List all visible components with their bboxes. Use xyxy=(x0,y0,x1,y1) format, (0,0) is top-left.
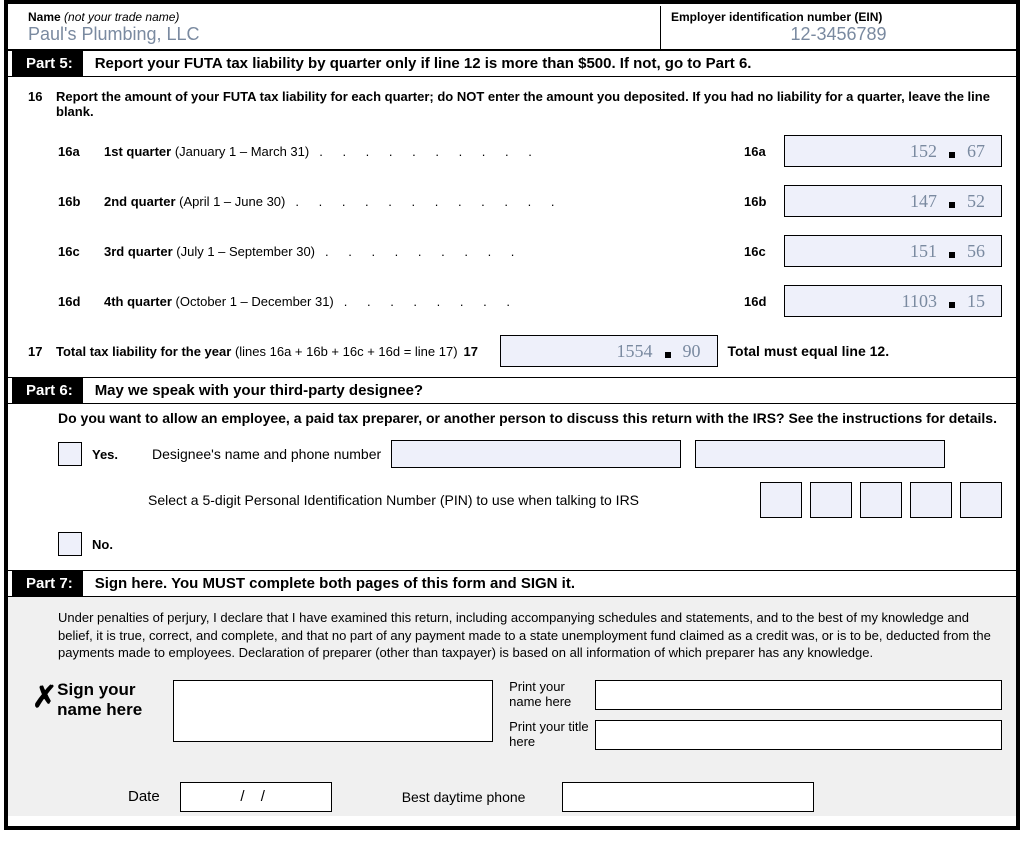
input-17[interactable]: 1554 90 xyxy=(500,335,718,367)
line16-text: Report the amount of your FUTA tax liabi… xyxy=(56,89,1002,119)
decimal-dot-icon xyxy=(949,302,955,308)
decimal-dot-icon xyxy=(949,252,955,258)
ein-label: Employer identification number (EIN) xyxy=(671,10,882,24)
pin-digit-3[interactable] xyxy=(860,482,902,518)
part6-title: May we speak with your third-party desig… xyxy=(83,378,423,403)
sign-here-label: Sign your name here xyxy=(57,680,157,721)
input-16c[interactable]: 151 56 xyxy=(784,235,1002,267)
name-label: Name xyxy=(28,10,61,24)
input-16a[interactable]: 152 67 xyxy=(784,135,1002,167)
part6-question: Do you want to allow an employee, a paid… xyxy=(58,410,1002,426)
date-label: Date xyxy=(128,788,180,805)
line17-note: Total must equal line 12. xyxy=(718,343,890,359)
row-16b: 16b 2nd quarter (April 1 – June 30) . . … xyxy=(58,185,1002,217)
designee-label: Designee's name and phone number xyxy=(152,446,391,462)
print-name-label: Print your name here xyxy=(509,680,595,710)
print-name-input[interactable] xyxy=(595,680,1002,710)
ein-value[interactable]: 12-3456789 xyxy=(671,24,1006,45)
decimal-dot-icon xyxy=(665,352,671,358)
decimal-dot-icon xyxy=(949,152,955,158)
line16-number: 16 xyxy=(28,89,56,119)
print-title-input[interactable] xyxy=(595,720,1002,750)
part7-tag: Part 7: xyxy=(12,571,83,596)
name-hint: (not your trade name) xyxy=(64,10,179,24)
checkbox-yes[interactable] xyxy=(58,442,82,466)
pin-digit-1[interactable] xyxy=(760,482,802,518)
input-16b[interactable]: 147 52 xyxy=(784,185,1002,217)
label-yes: Yes. xyxy=(92,447,152,462)
row-16c: 16c 3rd quarter (July 1 – September 30) … xyxy=(58,235,1002,267)
designee-phone-input[interactable] xyxy=(695,440,945,468)
line17-number: 17 xyxy=(28,344,56,359)
perjury-declaration: Under penalties of perjury, I declare th… xyxy=(58,609,1002,662)
boxlabel-16a: 16a xyxy=(744,144,784,159)
checkbox-no[interactable] xyxy=(58,532,82,556)
label-16a: 16a xyxy=(58,144,104,159)
part5-title: Report your FUTA tax liability by quarte… xyxy=(83,51,752,76)
signature-box[interactable] xyxy=(173,680,493,742)
part5-tag: Part 5: xyxy=(12,51,83,76)
row-16d: 16d 4th quarter (October 1 – December 31… xyxy=(58,285,1002,317)
pin-digit-2[interactable] xyxy=(810,482,852,518)
row-16a: 16a 1st quarter (January 1 – March 31) .… xyxy=(58,135,1002,167)
designee-name-input[interactable] xyxy=(391,440,681,468)
part7-title: Sign here. You MUST complete both pages … xyxy=(83,571,575,596)
part6-tag: Part 6: xyxy=(12,378,83,403)
label-no: No. xyxy=(92,537,152,552)
pin-digit-5[interactable] xyxy=(960,482,1002,518)
phone-input[interactable] xyxy=(562,782,814,812)
print-title-label: Print your title here xyxy=(509,720,595,750)
decimal-dot-icon xyxy=(949,202,955,208)
input-16d[interactable]: 1103 15 xyxy=(784,285,1002,317)
phone-label: Best daytime phone xyxy=(332,789,562,805)
date-input[interactable]: / / xyxy=(180,782,332,812)
pin-digit-4[interactable] xyxy=(910,482,952,518)
signature-x-icon: ✗ xyxy=(32,680,57,715)
name-value[interactable]: Paul's Plumbing, LLC xyxy=(28,24,650,45)
pin-label: Select a 5-digit Personal Identification… xyxy=(148,492,760,508)
